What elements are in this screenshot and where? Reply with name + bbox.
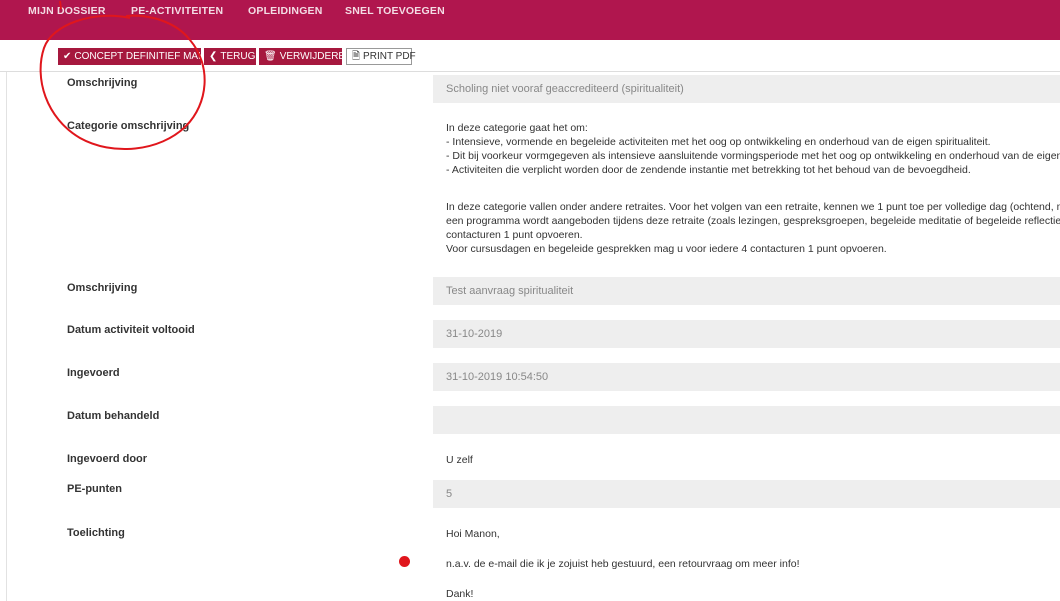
datum-voltooid-field[interactable]: 31-10-2019 xyxy=(433,320,1060,348)
content-left-border xyxy=(6,72,7,601)
trash-icon: 🗑 xyxy=(264,51,277,62)
ingevoerd-door-label: Ingevoerd door xyxy=(67,453,148,465)
categorie-line: In deze categorie vallen onder andere re… xyxy=(446,201,1060,213)
red-dot-annotation xyxy=(399,556,410,567)
nav-opleidingen[interactable]: Opleidingen xyxy=(248,0,323,40)
verwijderen-button-label: VERWIJDEREN xyxy=(279,51,353,62)
terug-button[interactable]: ❮ TERUG xyxy=(204,48,256,65)
print-pdf-button[interactable]: 🗎 PRINT PDF xyxy=(346,48,416,65)
verwijderen-button[interactable]: 🗑 VERWIJDEREN xyxy=(259,48,352,65)
toelichting-line: n.a.v. de e-mail die ik je zojuist heb g… xyxy=(446,558,800,570)
datum-behandeld-label: Datum behandeld xyxy=(67,410,160,422)
categorie-line: Voor cursusdagen en begeleide gesprekken… xyxy=(446,243,887,255)
toelichting-label: Toelichting xyxy=(67,527,125,539)
toelichting-line: Hoi Manon, xyxy=(446,528,500,540)
ingevoerd-door-value: U zelf xyxy=(446,454,473,466)
datum-voltooid-label: Datum activiteit voltooid xyxy=(67,324,195,336)
pe-punten-label: PE-punten xyxy=(67,483,122,495)
toelichting-line: Dank! xyxy=(446,588,474,600)
check-icon: ✔ xyxy=(63,51,72,62)
categorie-line: contacturen 1 punt opvoeren. xyxy=(446,229,583,241)
top-navigation: Mijn dossier PE-activiteiten Opleidingen… xyxy=(0,0,1060,40)
categorie-line: - Activiteiten die verplicht worden door… xyxy=(446,164,971,176)
document-icon: 🗎 xyxy=(352,51,361,62)
chevron-left-icon: ❮ xyxy=(209,51,218,62)
nav-pe-activiteiten[interactable]: PE-activiteiten xyxy=(131,0,223,40)
categorie-omschrijving-text: In deze categorie gaat het om: - Intensi… xyxy=(446,121,1060,177)
concept-definitief-maken-button[interactable]: ✔CONCEPT DEFINITIEF MAKEN xyxy=(58,48,201,65)
categorie-line: - Intensieve, vormende en begeleide acti… xyxy=(446,136,991,148)
omschrijving2-label: Omschrijving xyxy=(67,282,138,294)
pe-punten-field[interactable]: 5 xyxy=(433,480,1060,508)
omschrijving-label: Omschrijving xyxy=(67,77,138,89)
nav-mijn-dossier[interactable]: Mijn dossier xyxy=(28,0,106,40)
action-toolbar: ✔CONCEPT DEFINITIEF MAKEN ❮TERUG 🗑VERWIJ… xyxy=(0,40,1060,71)
datum-behandeld-field[interactable] xyxy=(433,406,1060,434)
ingevoerd-label: Ingevoerd xyxy=(67,367,120,379)
print-button-label: PRINT PDF xyxy=(363,51,416,62)
terug-button-label: TERUG xyxy=(220,51,256,62)
ingevoerd-field[interactable]: 31-10-2019 10:54:50 xyxy=(433,363,1060,391)
omschrijving2-field[interactable]: Test aanvraag spiritualiteit xyxy=(433,277,1060,305)
categorie-omschrijving-text-2: In deze categorie vallen onder andere re… xyxy=(446,200,1060,256)
omschrijving-field[interactable]: Scholing niet vooraf geaccrediteerd (spi… xyxy=(433,75,1060,103)
concept-button-label: CONCEPT DEFINITIEF MAKEN xyxy=(74,51,201,62)
categorie-omschrijving-label: Categorie omschrijving xyxy=(67,120,190,132)
categorie-line: een programma wordt aangeboden tijdens d… xyxy=(446,215,1060,227)
nav-snel-toevoegen[interactable]: Snel toevoegen xyxy=(345,0,445,40)
categorie-line: - Dit bij voorkeur vormgegeven als inten… xyxy=(446,150,1060,162)
toolbar-divider xyxy=(0,71,1060,72)
categorie-line: In deze categorie gaat het om: xyxy=(446,122,588,134)
